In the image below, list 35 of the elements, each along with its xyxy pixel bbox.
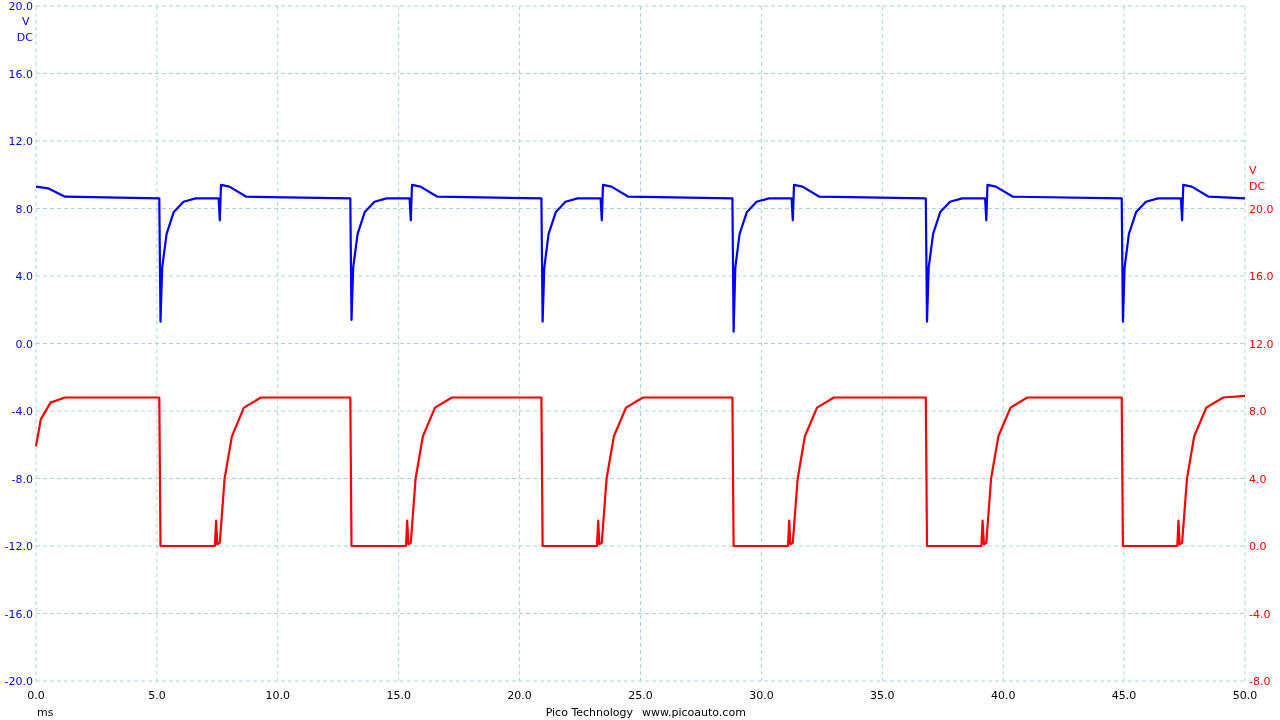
axis-tick-label: 8.0 bbox=[1249, 405, 1267, 418]
axis-tick-label: 25.0 bbox=[628, 689, 653, 702]
footer-text: www.picoauto.com bbox=[642, 706, 746, 719]
axis-label: ms bbox=[37, 706, 54, 719]
unit-label: V DC bbox=[16, 15, 33, 44]
axis-tick-label: 16.0 bbox=[1249, 270, 1274, 283]
axis-tick-label: 50.0 bbox=[1232, 689, 1258, 702]
axis-tick-label: -8.0 bbox=[1249, 675, 1271, 688]
axis-tick-label: 40.0 bbox=[990, 689, 1016, 702]
axis-tick-label: -4.0 bbox=[1249, 607, 1271, 621]
axis-tick-label: 12.0 bbox=[1249, 337, 1274, 351]
axis-tick-label: -20.0 bbox=[4, 675, 33, 688]
axis-tick-label: 30.0 bbox=[749, 689, 774, 702]
axis-tick-label: 5.0 bbox=[148, 689, 166, 702]
axis-tick-label: 20.0 bbox=[507, 689, 532, 702]
axis-tick-label: 0.0 bbox=[1249, 540, 1267, 553]
axis-tick-label: 0.0 bbox=[15, 337, 33, 351]
axis-tick-label: 4.0 bbox=[1249, 472, 1267, 486]
axis-tick-label: 4.0 bbox=[15, 270, 33, 283]
axis-tick-label: -8.0 bbox=[11, 472, 33, 486]
axis-tick-label: 35.0 bbox=[870, 689, 895, 702]
axis-tick-label: 10.0 bbox=[265, 689, 291, 702]
axis-tick-label: -16.0 bbox=[4, 607, 33, 621]
axis-tick-label: 16.0 bbox=[8, 67, 33, 81]
axis-tick-label: 20.0 bbox=[8, 0, 33, 13]
unit-label: V DC bbox=[1249, 163, 1266, 193]
axis-tick-label: 15.0 bbox=[386, 689, 411, 702]
axis-tick-label: -4.0 bbox=[11, 405, 33, 418]
axis-tick-label: 8.0 bbox=[15, 202, 33, 216]
axis-tick-label: 20.0 bbox=[1249, 202, 1274, 216]
axis-tick-label: -12.0 bbox=[4, 540, 33, 553]
axis-tick-label: 12.0 bbox=[8, 135, 33, 148]
footer-text: Pico Technology bbox=[545, 706, 633, 719]
axis-tick-label: 0.0 bbox=[27, 689, 45, 702]
axis-tick-label: 45.0 bbox=[1111, 689, 1137, 702]
